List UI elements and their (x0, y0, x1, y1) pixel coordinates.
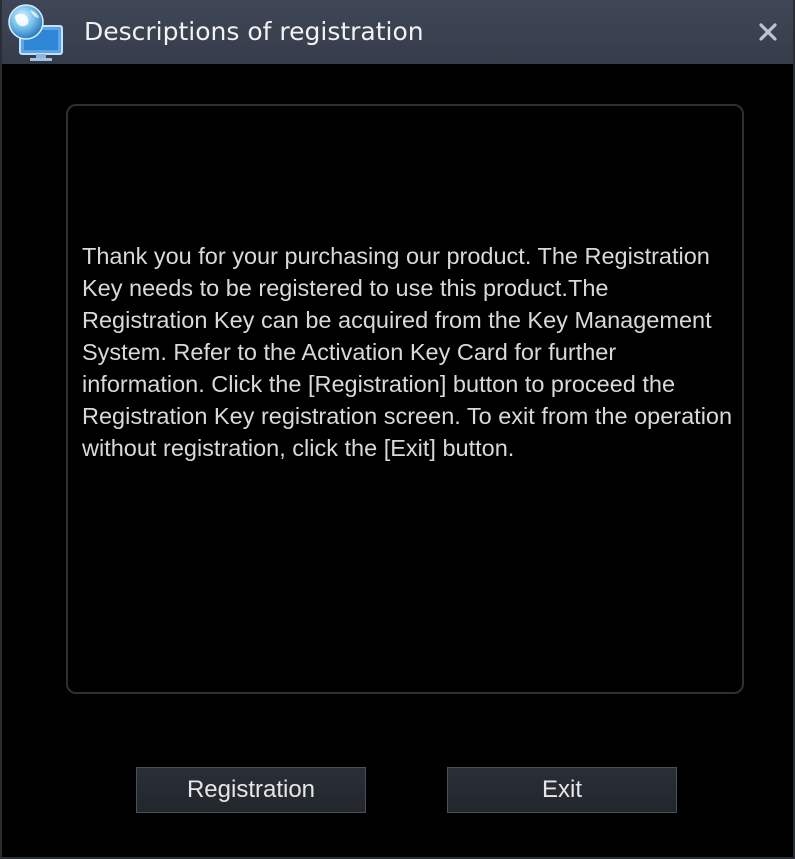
exit-button[interactable]: Exit (447, 767, 677, 813)
message-panel: Thank you for your purchasing our produc… (66, 104, 744, 694)
registration-message: Thank you for your purchasing our produc… (82, 243, 733, 461)
globe-monitor-icon (8, 4, 63, 61)
registration-dialog: Descriptions of registration Thank you f… (0, 0, 795, 859)
title-bar[interactable]: Descriptions of registration (2, 0, 793, 64)
close-icon[interactable] (753, 17, 783, 47)
registration-button[interactable]: Registration (136, 767, 366, 813)
window-title: Descriptions of registration (84, 17, 424, 46)
